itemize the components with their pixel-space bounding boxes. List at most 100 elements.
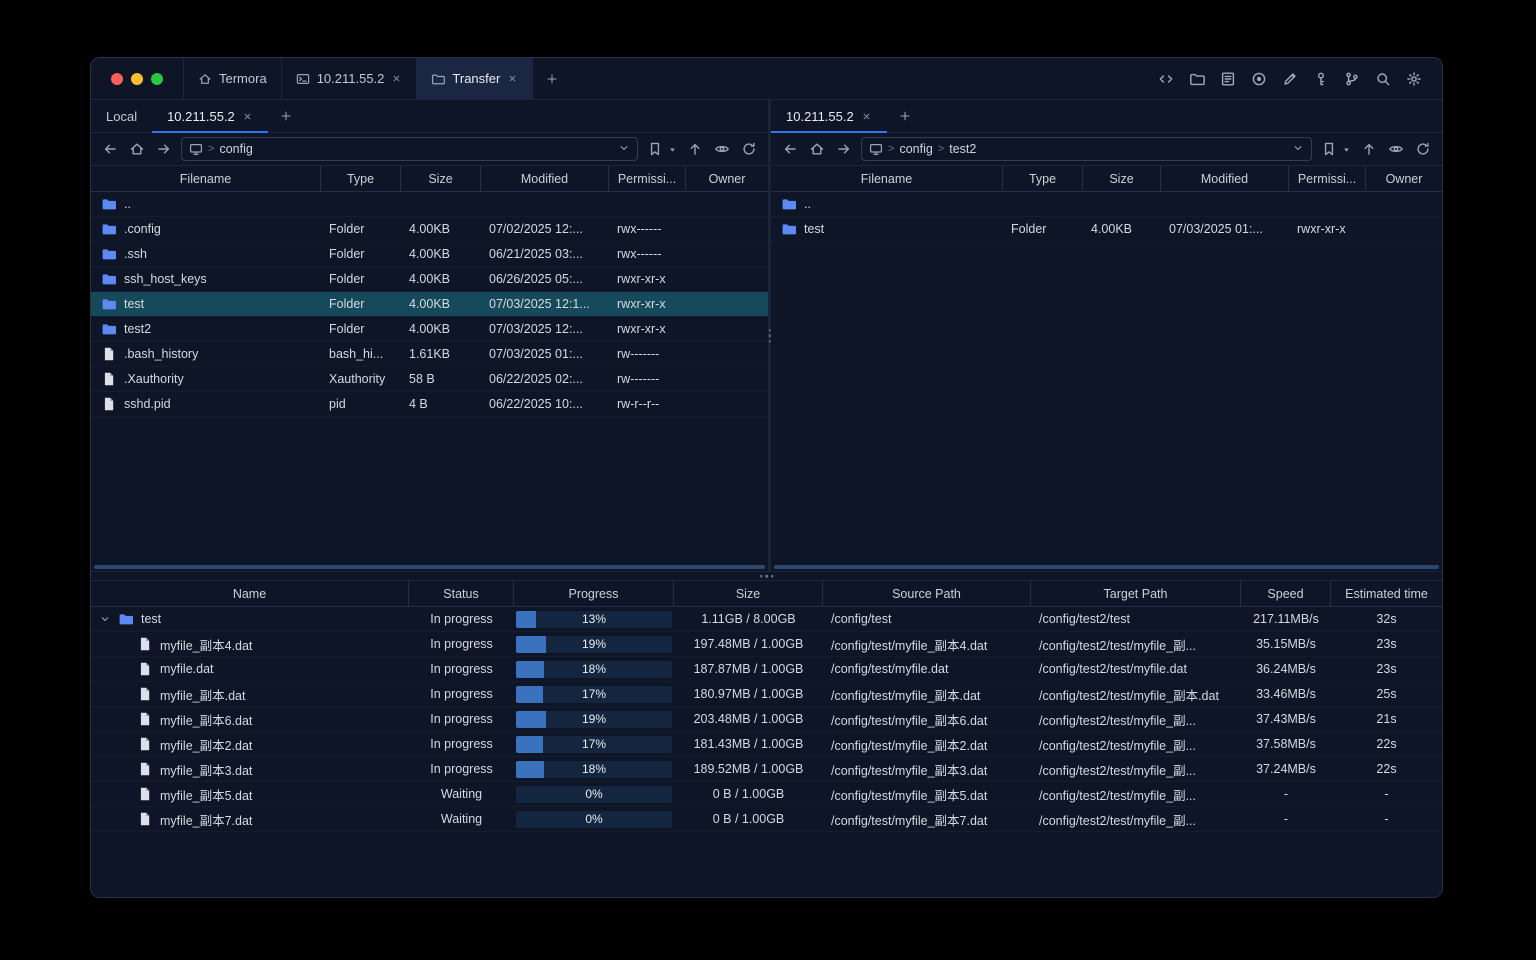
arrow-right-button[interactable] <box>834 139 854 159</box>
bookmark-dropdown-button[interactable] <box>666 139 678 159</box>
main-tab-10-211-55-2[interactable]: 10.211.55.2 <box>282 58 418 99</box>
transfer-row-myfile-dat[interactable]: myfile.dat In progress 18% 187.87MB / 1.00G… <box>91 657 1442 682</box>
close-icon[interactable] <box>507 73 518 84</box>
file-row-xauthority[interactable]: .Xauthority Xauthority 58 B 06/22/2025 02:.… <box>91 367 768 392</box>
code-button[interactable] <box>1156 69 1176 89</box>
column-header-status[interactable]: Status <box>409 581 514 606</box>
file-row-ssh[interactable]: .ssh Folder 4.00KB 06/21/2025 03:... rwx----… <box>91 242 768 267</box>
file-row-ssh-host-keys[interactable]: ssh_host_keys Folder 4.00KB 06/26/2025 05:.… <box>91 267 768 292</box>
bookmark-button[interactable] <box>645 139 665 159</box>
new-panel-tab-button[interactable] <box>887 100 923 132</box>
minimize-window-button[interactable] <box>131 72 143 85</box>
close-window-button[interactable] <box>111 72 123 85</box>
transfer-row-myfile-dat[interactable]: myfile_副本.dat In progress 17% 180.97MB / 1.… <box>91 682 1442 707</box>
panel-tab-local[interactable]: Local <box>91 100 152 132</box>
breadcrumb[interactable]: > config <box>181 137 638 161</box>
column-header-target-path[interactable]: Target Path <box>1031 581 1241 606</box>
column-header-size[interactable]: Size <box>674 581 823 606</box>
transfer-row-test[interactable]: test In progress 13% 1.11GB / 8.00GB/config… <box>91 607 1442 632</box>
transfer-row-myfile-7-dat[interactable]: myfile_副本7.dat Waiting 0% 0 B / 1.00GB/conf… <box>91 807 1442 832</box>
transfer-row-myfile-2-dat[interactable]: myfile_副本2.dat In progress 17% 181.43MB / 1… <box>91 732 1442 757</box>
horizontal-scrollbar[interactable] <box>91 563 768 571</box>
breadcrumb[interactable]: > config > test2 <box>861 137 1312 161</box>
column-header-size[interactable]: Size <box>1083 166 1161 191</box>
transfer-row-myfile-5-dat[interactable]: myfile_副本5.dat Waiting 0% 0 B / 1.00GB/conf… <box>91 782 1442 807</box>
column-header-filename[interactable]: Filename <box>771 166 1003 191</box>
file-row-up[interactable]: .. <box>91 192 768 217</box>
file-row-test[interactable]: test Folder 4.00KB 07/03/2025 01:... rwxr-xr… <box>771 217 1442 242</box>
home-button[interactable] <box>807 139 827 159</box>
column-header-size[interactable]: Size <box>401 166 481 191</box>
breadcrumb-item-config[interactable]: config <box>219 142 252 156</box>
chevron-down-icon[interactable] <box>99 613 111 625</box>
transfer-row-myfile-4-dat[interactable]: myfile_副本4.dat In progress 19% 197.48MB / 1… <box>91 632 1442 657</box>
branch-button[interactable] <box>1342 69 1362 89</box>
eye-button[interactable] <box>712 139 732 159</box>
folder-button[interactable] <box>1187 69 1207 89</box>
arrow-right-button[interactable] <box>154 139 174 159</box>
column-header-owner[interactable]: Owner <box>1366 166 1442 191</box>
close-icon[interactable] <box>861 111 872 122</box>
arrow-up-button[interactable] <box>1359 139 1379 159</box>
chevron-down-icon[interactable] <box>1292 142 1304 157</box>
search-button[interactable] <box>1373 69 1393 89</box>
arrow-up-button[interactable] <box>685 139 705 159</box>
progress-label: 18% <box>581 662 607 676</box>
file-row-up[interactable]: .. <box>771 192 1442 217</box>
file-fill-icon <box>137 711 153 727</box>
horizontal-scrollbar[interactable] <box>771 563 1442 571</box>
progress-label: 19% <box>581 712 607 726</box>
file-row-test2[interactable]: test2 Folder 4.00KB 07/03/2025 12:... rwxr-x… <box>91 317 768 342</box>
main-tab-termora[interactable]: Termora <box>183 58 282 99</box>
transfer-name: myfile.dat <box>160 662 214 676</box>
scrollbar-thumb[interactable] <box>774 565 1439 569</box>
column-header-modified[interactable]: Modified <box>1161 166 1289 191</box>
new-tab-button[interactable] <box>533 58 571 99</box>
bookmark-button[interactable] <box>1319 139 1339 159</box>
breadcrumb-item-test2[interactable]: test2 <box>949 142 976 156</box>
column-header-permissi[interactable]: Permissi... <box>1289 166 1366 191</box>
transfer-row-myfile-6-dat[interactable]: myfile_副本6.dat In progress 19% 203.48MB / 1… <box>91 707 1442 732</box>
column-header-owner[interactable]: Owner <box>686 166 768 191</box>
chevron-down-icon[interactable] <box>618 142 630 157</box>
scrollbar-thumb[interactable] <box>94 565 765 569</box>
column-header-modified[interactable]: Modified <box>481 166 609 191</box>
file-row-sshd-pid[interactable]: sshd.pid pid 4 B 06/22/2025 10:... rw-r--r-- <box>91 392 768 417</box>
file-row-bash-history[interactable]: .bash_history bash_hi... 1.61KB 07/03/2025 … <box>91 342 768 367</box>
main-tab-transfer[interactable]: Transfer <box>417 58 534 99</box>
file-table-header: Filename Type Size Modified Permissi... Owner <box>771 165 1442 192</box>
edit-button[interactable] <box>1280 69 1300 89</box>
column-header-permissi[interactable]: Permissi... <box>609 166 686 191</box>
file-row-config[interactable]: .config Folder 4.00KB 07/02/2025 12:... rwx-… <box>91 217 768 242</box>
column-header-filename[interactable]: Filename <box>91 166 321 191</box>
transfer-splitter[interactable] <box>91 571 1442 580</box>
close-icon[interactable] <box>242 111 253 122</box>
file-row-test[interactable]: test Folder 4.00KB 07/03/2025 12:1... rwxr-x… <box>91 292 768 317</box>
arrow-left-button[interactable] <box>780 139 800 159</box>
panel-splitter[interactable] <box>768 100 771 571</box>
column-header-name[interactable]: Name <box>91 581 409 606</box>
column-header-type[interactable]: Type <box>321 166 401 191</box>
key-button[interactable] <box>1311 69 1331 89</box>
log-button[interactable] <box>1218 69 1238 89</box>
bookmark-dropdown-button[interactable] <box>1340 139 1352 159</box>
new-panel-tab-button[interactable] <box>268 100 304 132</box>
gear-button[interactable] <box>1404 69 1424 89</box>
record-button[interactable] <box>1249 69 1269 89</box>
breadcrumb-item-config[interactable]: config <box>899 142 932 156</box>
column-header-type[interactable]: Type <box>1003 166 1083 191</box>
refresh-button[interactable] <box>1413 139 1433 159</box>
refresh-button[interactable] <box>739 139 759 159</box>
column-header-progress[interactable]: Progress <box>514 581 674 606</box>
panel-tab-10-211-55-2[interactable]: 10.211.55.2 <box>771 100 887 133</box>
close-icon[interactable] <box>391 73 402 84</box>
column-header-source-path[interactable]: Source Path <box>823 581 1031 606</box>
column-header-speed[interactable]: Speed <box>1241 581 1331 606</box>
transfer-row-myfile-3-dat[interactable]: myfile_副本3.dat In progress 18% 189.52MB / 1… <box>91 757 1442 782</box>
home-button[interactable] <box>127 139 147 159</box>
panel-tab-10-211-55-2[interactable]: 10.211.55.2 <box>152 100 268 133</box>
arrow-left-button[interactable] <box>100 139 120 159</box>
zoom-window-button[interactable] <box>151 72 163 85</box>
eye-button[interactable] <box>1386 139 1406 159</box>
column-header-estimated-time[interactable]: Estimated time <box>1331 581 1442 606</box>
